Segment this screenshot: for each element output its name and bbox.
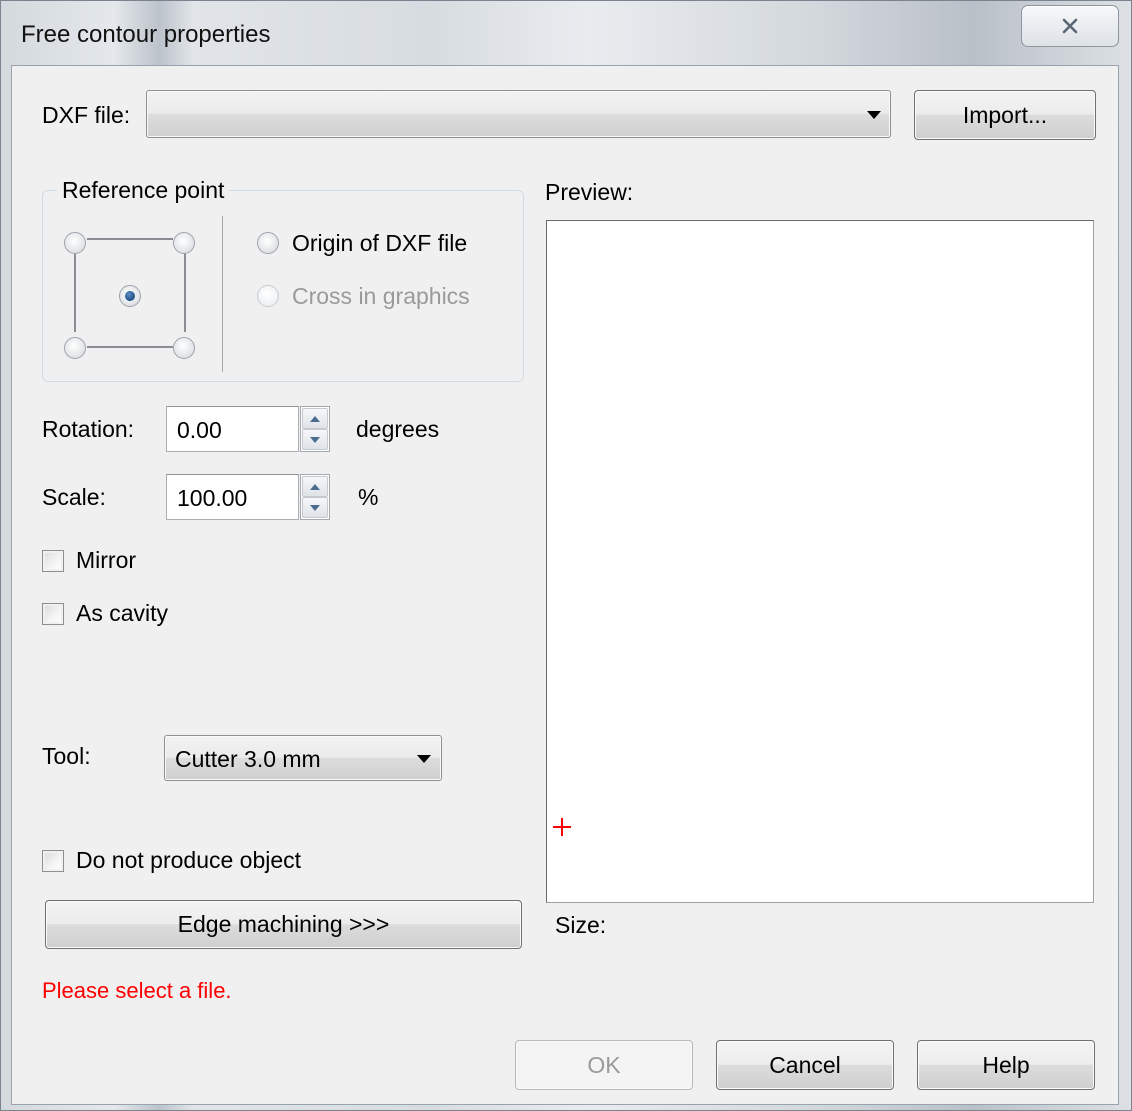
arrow-down-icon [310, 504, 320, 511]
reference-top-right-radio[interactable] [173, 232, 195, 254]
preview-label: Preview: [545, 179, 634, 205]
grid-line-top [87, 238, 173, 240]
scale-spinner [300, 474, 330, 520]
dialog-client-area: DXF file: Import... Reference point Orig… [11, 65, 1119, 1105]
cross-in-graphics-label: Cross in graphics [292, 283, 470, 309]
crosshair-icon [553, 818, 571, 836]
rotation-input[interactable]: 0.00 [166, 406, 299, 452]
dxf-file-dropdown[interactable] [146, 90, 891, 138]
rotation-spin-down-button[interactable] [302, 429, 328, 450]
grid-line-right [184, 252, 186, 332]
rotation-spinner [300, 406, 330, 452]
mirror-label: Mirror [76, 547, 137, 573]
origin-of-dxf-label: Origin of DXF file [292, 230, 468, 256]
chevron-down-icon [867, 111, 881, 119]
tool-dropdown[interactable]: Cutter 3.0 mm [164, 735, 442, 781]
help-button[interactable]: Help [917, 1040, 1095, 1090]
close-icon [1062, 18, 1078, 34]
scale-spin-down-button[interactable] [302, 497, 328, 518]
rotation-unit: degrees [356, 416, 440, 442]
tool-label: Tool: [42, 743, 91, 769]
arrow-up-icon [310, 483, 320, 490]
scale-spin-up-button[interactable] [302, 476, 328, 497]
reference-bottom-right-radio[interactable] [173, 337, 195, 359]
tool-value: Cutter 3.0 mm [175, 746, 321, 772]
chevron-down-icon [417, 755, 431, 763]
ok-button[interactable]: OK [515, 1040, 693, 1090]
reference-point-title: Reference point [57, 177, 230, 204]
origin-of-dxf-radio[interactable] [257, 232, 279, 254]
arrow-down-icon [310, 436, 320, 443]
size-label: Size: [555, 912, 607, 938]
arrow-up-icon [310, 415, 320, 422]
scale-label: Scale: [42, 484, 106, 510]
cross-in-graphics-radio[interactable] [257, 285, 279, 307]
as-cavity-label: As cavity [76, 600, 169, 626]
grid-line-left [74, 252, 76, 332]
scale-input[interactable]: 100.00 [166, 474, 299, 520]
group-separator [222, 216, 223, 372]
preview-canvas[interactable] [546, 220, 1094, 903]
status-message: Please select a file. [42, 978, 232, 1003]
import-button[interactable]: Import... [914, 90, 1096, 140]
title-bar[interactable]: Free contour properties [1, 1, 1132, 65]
do-not-produce-label: Do not produce object [76, 847, 302, 873]
scale-unit: % [358, 484, 379, 510]
reference-center-radio[interactable] [119, 285, 141, 307]
reference-top-left-radio[interactable] [64, 232, 86, 254]
rotation-spin-up-button[interactable] [302, 408, 328, 429]
rotation-label: Rotation: [42, 416, 135, 442]
as-cavity-checkbox[interactable] [42, 603, 64, 625]
window-title: Free contour properties [21, 21, 271, 48]
edge-machining-button[interactable]: Edge machining >>> [45, 900, 522, 949]
do-not-produce-checkbox[interactable] [42, 850, 64, 872]
grid-line-bottom [87, 346, 173, 348]
close-button[interactable] [1021, 5, 1119, 47]
dialog-window: Free contour properties DXF file: Import… [0, 0, 1132, 1111]
mirror-checkbox[interactable] [42, 550, 64, 572]
dxf-file-label: DXF file: [42, 102, 131, 128]
cancel-button[interactable]: Cancel [716, 1040, 894, 1090]
reference-bottom-left-radio[interactable] [64, 337, 86, 359]
